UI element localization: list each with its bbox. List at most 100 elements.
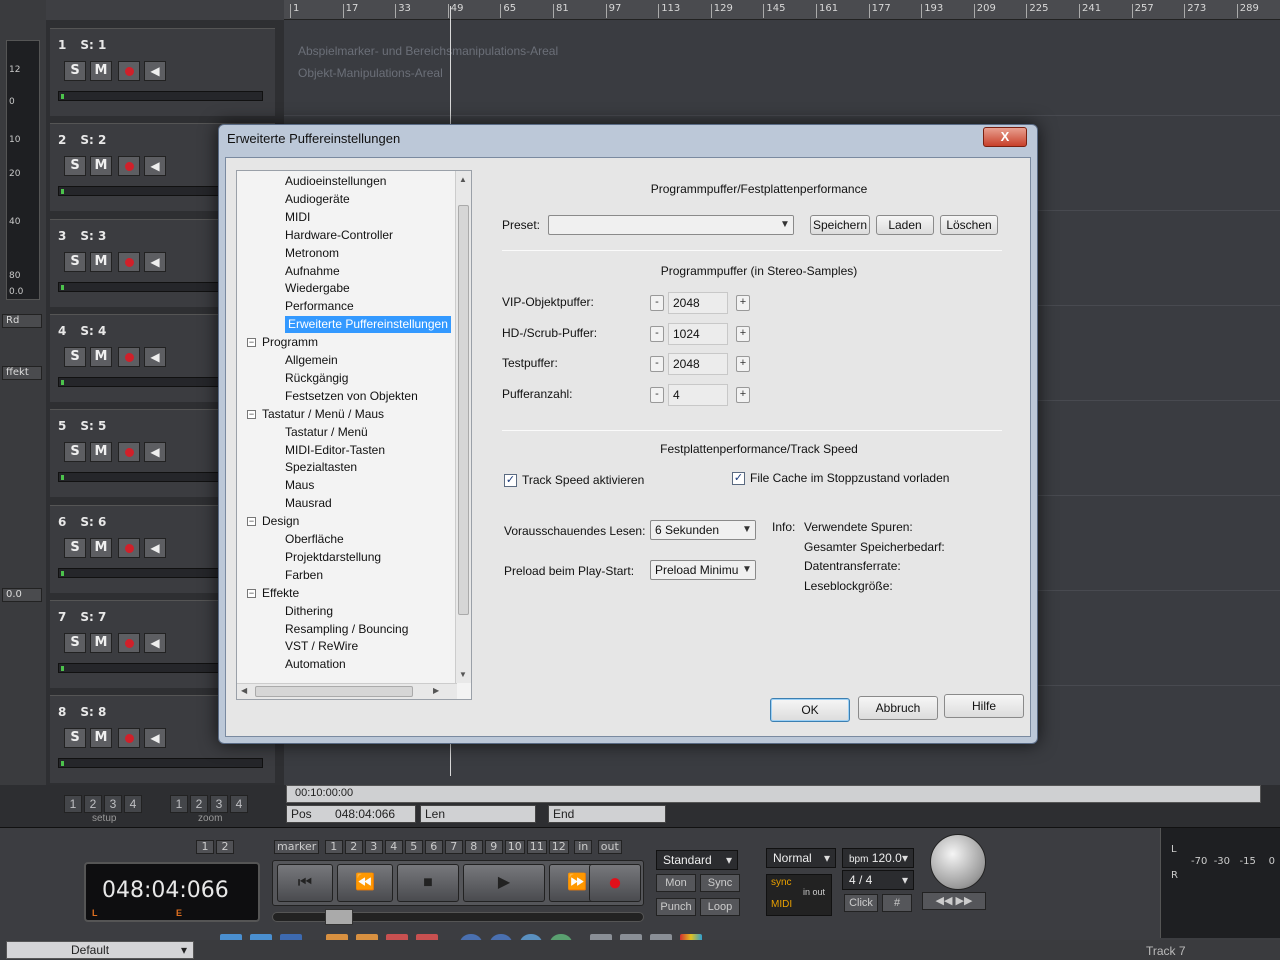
scroll-down-icon[interactable]: ▼	[459, 670, 467, 679]
mode-select[interactable]: Standard	[656, 850, 738, 870]
play-icon[interactable]: ▶	[463, 864, 545, 902]
tree-item[interactable]: MIDI	[285, 209, 310, 226]
monitor-icon[interactable]: ◀	[144, 251, 166, 272]
mute-button[interactable]: M	[90, 728, 112, 749]
pos-field[interactable]: Pos 048:04:066	[286, 805, 416, 823]
tree-item[interactable]: VST / ReWire	[285, 638, 358, 655]
marker-button[interactable]: 5	[404, 840, 423, 854]
record-arm-icon[interactable]	[118, 251, 140, 272]
zoom-button[interactable]: 3	[210, 795, 228, 813]
marker-button[interactable]: 3	[364, 840, 383, 854]
tree-item[interactable]: Maus	[285, 477, 314, 494]
preset-combo[interactable]: ▼	[548, 215, 794, 235]
shuttle-thumb[interactable]	[325, 909, 353, 925]
record-icon[interactable]: ●	[589, 864, 641, 902]
help-button[interactable]: Hilfe	[944, 694, 1024, 718]
increment-button[interactable]: +	[736, 356, 750, 372]
rewind-icon[interactable]: ⏪	[337, 864, 393, 902]
save-button[interactable]: Speichern	[810, 215, 870, 235]
jog-buttons[interactable]: ◀◀ ▶▶	[922, 892, 986, 910]
tree-item[interactable]: Mausrad	[285, 495, 332, 512]
stop-icon[interactable]: ■	[397, 864, 459, 902]
tree-item[interactable]: Audioeinstellungen	[285, 173, 386, 190]
marker-button[interactable]: 9	[484, 840, 503, 854]
solo-button[interactable]: S	[64, 346, 86, 367]
record-arm-icon[interactable]	[118, 156, 140, 177]
record-arm-icon[interactable]	[118, 632, 140, 653]
mute-button[interactable]: M	[90, 632, 112, 653]
marker-button[interactable]: 7	[444, 840, 463, 854]
sync-button[interactable]: Sync	[700, 874, 740, 892]
tree-hscroll-thumb[interactable]	[255, 686, 413, 697]
click-button[interactable]: Click	[844, 894, 878, 912]
monitor-icon[interactable]: ◀	[144, 728, 166, 749]
record-arm-icon[interactable]	[118, 442, 140, 463]
signature-field[interactable]: 4 / 4	[842, 870, 914, 890]
mute-button[interactable]: M	[90, 251, 112, 272]
in-button[interactable]: in	[574, 840, 593, 854]
load-button[interactable]: Laden	[876, 215, 934, 235]
filecache-checkbox[interactable]: ✓	[732, 472, 745, 485]
tree-item[interactable]: Performance	[285, 298, 354, 315]
marker-button[interactable]: 8	[464, 840, 483, 854]
monitor-icon[interactable]: ◀	[144, 156, 166, 177]
monitor-icon[interactable]: ◀	[144, 61, 166, 81]
marker-button[interactable]: 6	[424, 840, 443, 854]
close-button[interactable]: X	[983, 127, 1027, 147]
tree-item[interactable]: Automation	[285, 656, 346, 673]
increment-button[interactable]: +	[736, 386, 750, 403]
tree-category[interactable]: − Programm	[247, 334, 318, 351]
mute-button[interactable]: M	[90, 442, 112, 463]
monitor-icon[interactable]: ◀	[144, 442, 166, 463]
bpm-field[interactable]: bpm 120.0	[842, 848, 914, 868]
mute-button[interactable]: M	[90, 156, 112, 177]
ok-button[interactable]: OK	[770, 698, 850, 722]
tree-item[interactable]: Farben	[285, 567, 323, 584]
buffer-value-field[interactable]: 1024	[668, 322, 728, 345]
marker-button[interactable]: 11	[526, 840, 547, 854]
tree-item[interactable]: Tastatur / Menü	[285, 424, 368, 441]
increment-button[interactable]: +	[736, 295, 750, 311]
len-field[interactable]: Len	[420, 805, 536, 823]
collapse-icon[interactable]: −	[247, 410, 256, 420]
rewind-start-icon[interactable]: ⏮	[277, 864, 333, 902]
tree-item[interactable]: Dithering	[285, 603, 333, 620]
tree-item[interactable]: Festsetzen von Objekten	[285, 388, 418, 405]
trackspeed-checkbox[interactable]: ✓	[504, 474, 517, 487]
mon-button[interactable]: Mon	[656, 874, 696, 892]
decrement-button[interactable]: -	[650, 295, 664, 311]
zoom-button[interactable]: 4	[230, 795, 248, 813]
solo-button[interactable]: S	[64, 728, 86, 749]
preset-select[interactable]: Default	[6, 941, 194, 959]
tree-item[interactable]: Aufnahme	[285, 263, 340, 280]
shuttle-slider[interactable]	[272, 909, 644, 925]
decrement-button[interactable]: -	[650, 325, 664, 342]
tree-vscroll-thumb[interactable]	[458, 205, 469, 615]
decrement-button[interactable]: -	[650, 356, 664, 372]
tree-item[interactable]: Oberfläche	[285, 531, 344, 548]
loop-button[interactable]: Loop	[700, 898, 740, 916]
collapse-icon[interactable]: −	[247, 589, 256, 599]
tree-item[interactable]: Wiedergabe	[285, 280, 350, 297]
tree-item[interactable]: Hardware-Controller	[285, 227, 393, 244]
lock-icon[interactable]: #	[882, 894, 912, 912]
scroll-up-icon[interactable]: ▲	[459, 175, 467, 184]
tree-hscroll[interactable]: ◀ ▶	[237, 683, 457, 699]
rd-button[interactable]: Rd	[2, 314, 42, 328]
tree-item[interactable]: Metronom	[285, 245, 339, 262]
record-arm-icon[interactable]	[118, 537, 140, 558]
transport-small-button[interactable]: 1	[196, 840, 214, 854]
mute-button[interactable]: M	[90, 537, 112, 558]
marker-button[interactable]: 10	[504, 840, 525, 854]
volume-knob[interactable]	[930, 834, 986, 890]
tree-item[interactable]: Projektdarstellung	[285, 549, 381, 566]
tree-item[interactable]: Spezialtasten	[285, 459, 357, 476]
solo-button[interactable]: S	[64, 156, 86, 177]
tree-vscroll[interactable]: ▲ ▼	[455, 171, 471, 683]
tree-item[interactable]: MIDI-Editor-Tasten	[285, 442, 385, 459]
tree-category[interactable]: − Effekte	[247, 585, 299, 602]
buffer-value-field[interactable]: 2048	[668, 353, 728, 375]
decrement-button[interactable]: -	[650, 386, 664, 403]
collapse-icon[interactable]: −	[247, 338, 256, 348]
preload-combo[interactable]: Preload Minimur ▼	[650, 560, 756, 580]
